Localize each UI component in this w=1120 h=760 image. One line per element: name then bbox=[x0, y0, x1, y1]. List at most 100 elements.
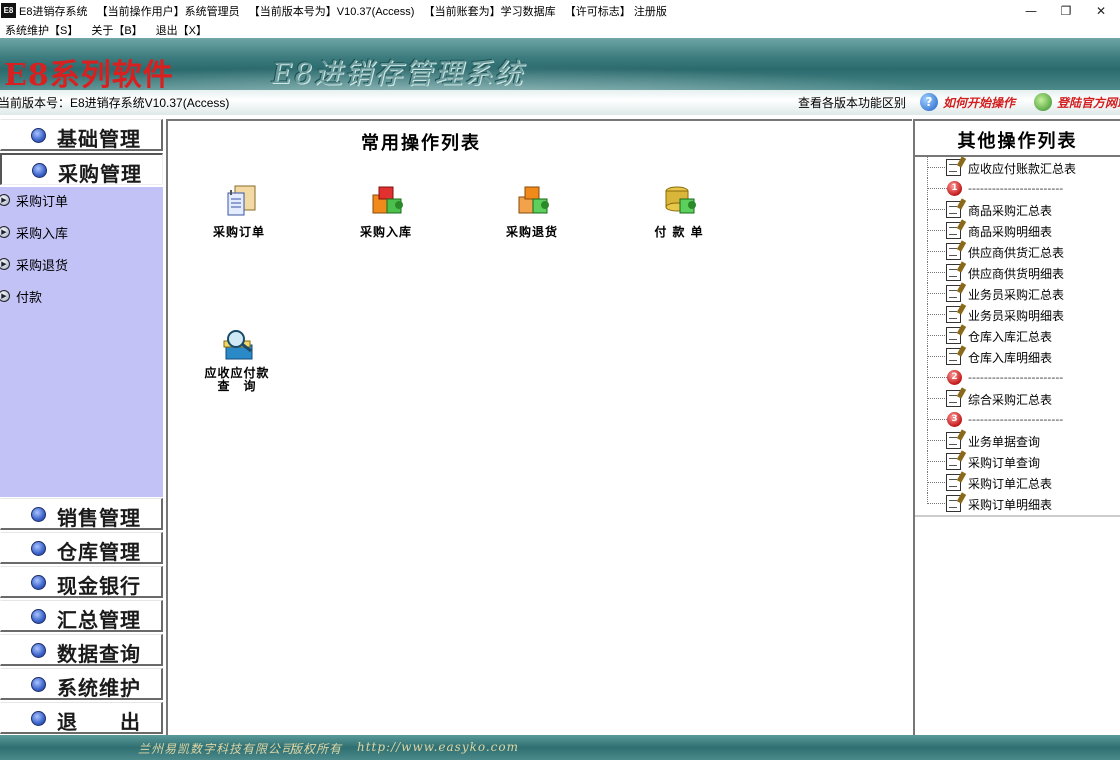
tree-item-label: 仓库入库汇总表 bbox=[968, 330, 1053, 344]
globe-icon[interactable] bbox=[1034, 93, 1052, 111]
tile-caption: 采购订单 bbox=[212, 225, 265, 239]
app-icon: E8 bbox=[1, 3, 16, 18]
report-doc-icon bbox=[946, 432, 961, 449]
sub-item-payment[interactable]: ▶ 付款 bbox=[0, 286, 42, 306]
nav-label: 销售管理 bbox=[57, 506, 141, 530]
stock-in-icon bbox=[372, 186, 403, 214]
report-doc-icon bbox=[946, 327, 961, 344]
question-icon[interactable]: ? bbox=[920, 93, 938, 111]
report-doc-icon bbox=[946, 243, 961, 260]
tree-item-label: 采购订单汇总表 bbox=[968, 477, 1053, 491]
how-to-start-link[interactable]: 如何开始操作 bbox=[943, 94, 1015, 111]
tile-ar-ap-query[interactable]: 应收应付款 查 询 bbox=[192, 329, 282, 399]
tree-separator-2: 2 ------------------------ bbox=[915, 367, 1120, 388]
nav-label: 现金银行 bbox=[57, 574, 141, 598]
official-site-link[interactable]: 登陆官方网站 bbox=[1057, 94, 1120, 111]
version-features-link[interactable]: 查看各版本功能区别 bbox=[798, 94, 906, 111]
number-1-icon: 1 bbox=[947, 181, 962, 196]
brand-logo-text: E8系列软件 bbox=[4, 58, 174, 90]
report-doc-icon bbox=[946, 201, 961, 218]
report-doc-icon bbox=[946, 264, 961, 281]
separator-line: ------------------------ bbox=[968, 413, 1064, 426]
arrow-right-icon: ▶ bbox=[0, 290, 10, 302]
tile-payment[interactable]: 付 款 单 bbox=[634, 183, 724, 253]
nav-dot-icon bbox=[31, 128, 46, 143]
nav-data-query[interactable]: 数据查询 bbox=[0, 634, 163, 666]
number-3-icon: 3 bbox=[947, 412, 962, 427]
purchase-order-icon bbox=[227, 185, 256, 216]
nav-summary-management[interactable]: 汇总管理 bbox=[0, 600, 163, 632]
report-doc-icon bbox=[946, 285, 961, 302]
tree-item-business-doc-query[interactable]: 业务单据查询 bbox=[915, 430, 1120, 451]
tree-item-supplier-supply-summary[interactable]: 供应商供货汇总表 bbox=[915, 241, 1120, 262]
nav-dot-icon bbox=[31, 643, 46, 658]
sub-item-label: 采购订单 bbox=[16, 194, 69, 210]
tree-item-label: 供应商供货明细表 bbox=[968, 267, 1065, 281]
tile-caption: 采购入库 bbox=[359, 225, 412, 239]
tree-item-label: 采购订单查询 bbox=[968, 456, 1041, 470]
report-doc-icon bbox=[946, 390, 961, 407]
nav-dot-icon bbox=[32, 163, 47, 178]
nav-exit[interactable]: 退 出 bbox=[0, 702, 163, 734]
tile-caption: 应收应付款 查 询 bbox=[204, 366, 270, 393]
payment-icon bbox=[665, 186, 696, 214]
left-nav: 基础管理 采购管理 ▶ 采购订单 ▶ 采购入库 ▶ 采购退货 ▶ 付款 销售管理… bbox=[0, 119, 164, 735]
nav-label: 系统维护 bbox=[57, 676, 141, 700]
nav-warehouse-management[interactable]: 仓库管理 bbox=[0, 532, 163, 564]
tree-item-composite-purchase-summary[interactable]: 综合采购汇总表 bbox=[915, 388, 1120, 409]
tree-item-purchase-order-query[interactable]: 采购订单查询 bbox=[915, 451, 1120, 472]
menu-exit[interactable]: 退出【X】 bbox=[156, 22, 207, 38]
tree-item-salesman-purchase-detail[interactable]: 业务员采购明细表 bbox=[915, 304, 1120, 325]
arrow-right-icon: ▶ bbox=[0, 258, 10, 270]
nav-dot-icon bbox=[31, 541, 46, 556]
tree-item-warehouse-in-detail[interactable]: 仓库入库明细表 bbox=[915, 346, 1120, 367]
title-bar: E8 E8进销存系统 【当前操作用户】系统管理员 【当前版本号为】V10.37(… bbox=[0, 0, 1120, 21]
tree-separator-3: 3 ------------------------ bbox=[915, 409, 1120, 430]
version-bar: 当前版本号：E8进销存系统V10.37(Access) 查看各版本功能区别 ? … bbox=[0, 90, 1120, 115]
menu-about[interactable]: 关于【B】 bbox=[91, 22, 142, 38]
tile-purchase-stock-in[interactable]: 采购入库 bbox=[341, 183, 431, 253]
nav-cash-bank[interactable]: 现金银行 bbox=[0, 566, 163, 598]
sub-item-purchase-return[interactable]: ▶ 采购退货 bbox=[0, 254, 68, 274]
tree-item-label: 综合采购汇总表 bbox=[968, 393, 1053, 407]
tree-item-label: 仓库入库明细表 bbox=[968, 351, 1053, 365]
sub-item-purchase-stock-in[interactable]: ▶ 采购入库 bbox=[0, 222, 68, 242]
sub-item-label: 付款 bbox=[16, 290, 43, 306]
tile-purchase-order[interactable]: 采购订单 bbox=[194, 183, 284, 253]
window-title: E8进销存系统 【当前操作用户】系统管理员 【当前版本号为】V10.37(Acc… bbox=[19, 5, 667, 18]
tree-item-supplier-supply-detail[interactable]: 供应商供货明细表 bbox=[915, 262, 1120, 283]
sub-item-label: 采购退货 bbox=[16, 258, 69, 274]
nav-basic-management[interactable]: 基础管理 bbox=[0, 119, 163, 151]
nav-system-maintenance[interactable]: 系统维护 bbox=[0, 668, 163, 700]
sub-item-purchase-order[interactable]: ▶ 采购订单 bbox=[0, 190, 68, 210]
tree-item-goods-purchase-detail[interactable]: 商品采购明细表 bbox=[915, 220, 1120, 241]
report-doc-icon bbox=[946, 348, 961, 365]
tree-item-label: 供应商供货汇总表 bbox=[968, 246, 1065, 260]
tree-item-label: 业务员采购汇总表 bbox=[968, 288, 1065, 302]
close-button[interactable]: ✕ bbox=[1078, 0, 1120, 21]
tree-item-purchase-order-detail[interactable]: 采购订单明细表 bbox=[915, 493, 1120, 514]
nav-sales-management[interactable]: 销售管理 bbox=[0, 498, 163, 530]
tile-purchase-return[interactable]: 采购退货 bbox=[487, 183, 577, 253]
report-doc-icon bbox=[946, 495, 961, 512]
footer-rights: 版权所有 bbox=[290, 742, 343, 756]
ar-ap-query-icon bbox=[223, 330, 253, 360]
report-doc-icon bbox=[946, 453, 961, 470]
report-doc-icon bbox=[946, 306, 961, 323]
version-text: 当前版本号：E8进销存系统V10.37(Access) bbox=[0, 96, 230, 110]
tree-item-goods-purchase-summary[interactable]: 商品采购汇总表 bbox=[915, 199, 1120, 220]
tree-item-label: 业务单据查询 bbox=[968, 435, 1041, 449]
nav-purchase-management[interactable]: 采购管理 bbox=[0, 153, 163, 186]
panel-heading: 常用操作列表 bbox=[361, 133, 481, 154]
tree-item-warehouse-in-summary[interactable]: 仓库入库汇总表 bbox=[915, 325, 1120, 346]
tree-item-purchase-order-summary[interactable]: 采购订单汇总表 bbox=[915, 472, 1120, 493]
footer-url[interactable]: http://www.easyko.com bbox=[357, 740, 519, 754]
menu-system-maintenance[interactable]: 系统维护【S】 bbox=[5, 22, 78, 38]
nav-label: 采购管理 bbox=[58, 162, 142, 186]
tree-item-ar-ap-summary[interactable]: 应收应付账款汇总表 bbox=[915, 157, 1120, 178]
report-doc-icon bbox=[946, 222, 961, 239]
tree-item-salesman-purchase-summary[interactable]: 业务员采购汇总表 bbox=[915, 283, 1120, 304]
other-operations-panel: 其他操作列表 应收应付账款汇总表 1 ---------------------… bbox=[913, 119, 1120, 735]
footer-bar: 兰州易凯数字科技有限公司 版权所有 http://www.easyko.com bbox=[0, 735, 1120, 760]
tree-item-label: 业务员采购明细表 bbox=[968, 309, 1065, 323]
